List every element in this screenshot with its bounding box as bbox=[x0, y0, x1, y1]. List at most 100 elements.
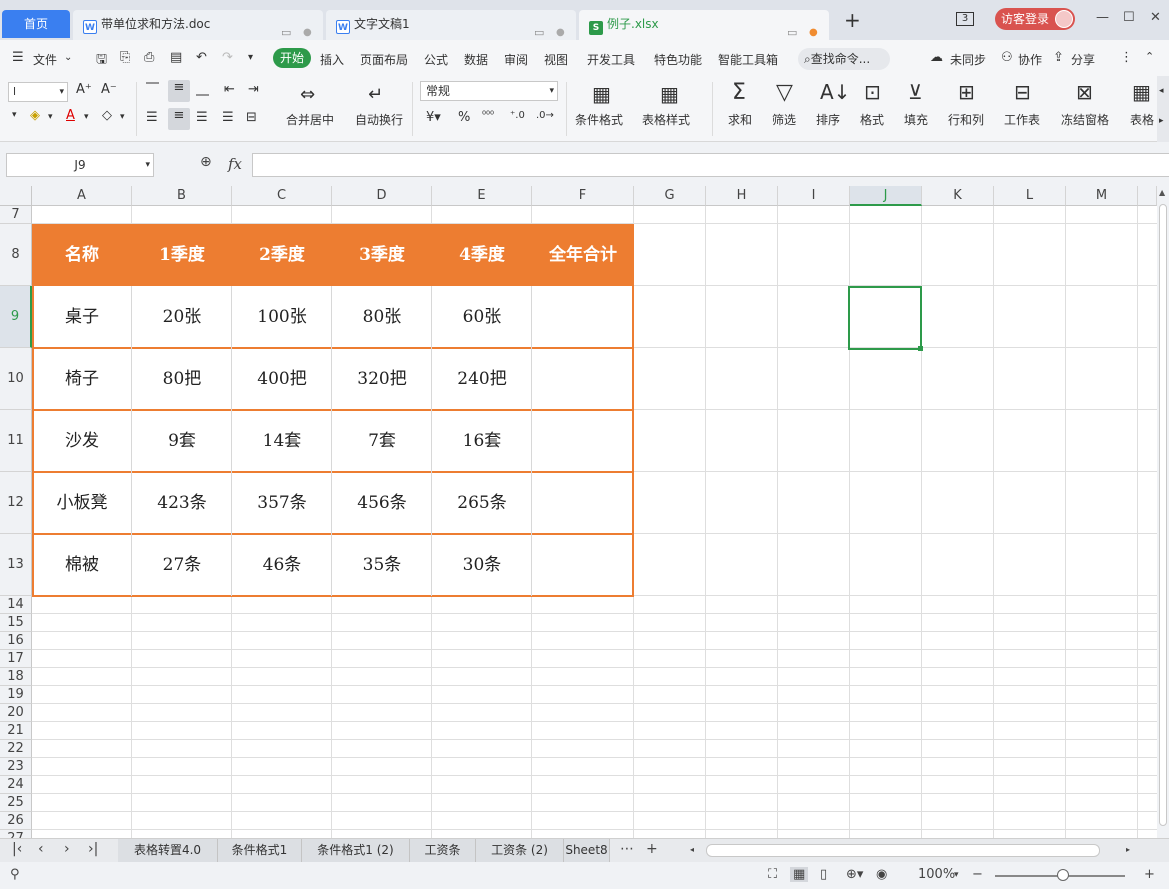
select-all-corner[interactable] bbox=[0, 186, 32, 206]
sum-button[interactable]: 求和 bbox=[728, 111, 752, 128]
column-header-g[interactable]: G bbox=[634, 186, 706, 206]
table-cell[interactable]: 棉被 bbox=[32, 534, 132, 596]
table-header-cell[interactable]: 2季度 bbox=[232, 224, 332, 286]
preview-icon[interactable]: ▤ bbox=[170, 50, 182, 65]
collab-icon[interactable]: ⚇ bbox=[1001, 50, 1013, 65]
table-cell[interactable]: 60张 bbox=[432, 286, 532, 348]
align-middle-icon[interactable]: ≡ bbox=[168, 80, 190, 102]
formula-input[interactable] bbox=[252, 153, 1169, 177]
normal-view-icon[interactable]: ▦ bbox=[790, 867, 808, 882]
hscroll-right-icon[interactable]: ▸ bbox=[1126, 845, 1130, 854]
merge-center-icon[interactable]: ⇔ bbox=[300, 84, 315, 105]
align-center-icon[interactable]: ≡ bbox=[168, 108, 190, 130]
percent-icon[interactable]: % bbox=[458, 110, 470, 125]
fullscreen-icon[interactable]: ⛶ bbox=[768, 867, 777, 882]
row-header-17[interactable]: 17 bbox=[0, 650, 32, 668]
menu-smart-toolbox[interactable]: 智能工具箱 bbox=[718, 51, 778, 68]
more-icon[interactable]: ⋮ bbox=[1120, 50, 1133, 65]
menu-formula[interactable]: 公式 bbox=[424, 51, 448, 68]
sort-icon[interactable]: A↓ bbox=[820, 80, 850, 104]
table-cell[interactable]: 7套 bbox=[332, 410, 432, 472]
row-column-icon[interactable]: ⊞ bbox=[958, 80, 975, 104]
more-sheets-icon[interactable]: ⋯ bbox=[620, 841, 634, 857]
sheet-tab-3[interactable]: 条件格式1 (2) bbox=[302, 839, 410, 862]
print-icon[interactable]: ⎙ bbox=[144, 50, 154, 65]
eraser-icon[interactable]: ◇ bbox=[102, 108, 112, 123]
new-tab-button[interactable]: + bbox=[844, 8, 861, 32]
visitor-login-button[interactable]: 访客登录 bbox=[995, 8, 1075, 30]
column-header-h[interactable]: H bbox=[706, 186, 778, 206]
maximize-icon[interactable]: ☐ bbox=[1123, 10, 1135, 25]
collab-button[interactable]: 协作 bbox=[1018, 51, 1042, 68]
share-icon[interactable]: ⇪ bbox=[1053, 50, 1064, 65]
tab-doc-2[interactable]: W文字文稿1 ▭ ● bbox=[326, 10, 576, 40]
sheet-tab-2[interactable]: 条件格式1 bbox=[218, 839, 302, 862]
chevron-down-icon[interactable]: ▾ bbox=[120, 112, 125, 122]
table-cell[interactable]: 265条 bbox=[432, 472, 532, 534]
table-cell[interactable]: 400把 bbox=[232, 348, 332, 410]
column-header-a[interactable]: A bbox=[32, 186, 132, 206]
zoom-slider-knob[interactable] bbox=[1057, 869, 1069, 881]
zoom-lookup-icon[interactable]: ⊕ bbox=[200, 154, 212, 170]
name-box[interactable]: J9▾ bbox=[6, 153, 154, 177]
chevron-down-icon[interactable]: ⌄ bbox=[64, 52, 72, 63]
page-break-view-icon[interactable]: ⊕▾ bbox=[846, 867, 863, 882]
align-left-icon[interactable]: ☰ bbox=[146, 110, 158, 125]
customize-icon[interactable]: ▾ bbox=[248, 52, 253, 63]
hscroll-left-icon[interactable]: ◂ bbox=[690, 845, 694, 854]
sheet-tab-4[interactable]: 工资条 bbox=[410, 839, 476, 862]
table-cell[interactable]: 100张 bbox=[232, 286, 332, 348]
column-header-d[interactable]: D bbox=[332, 186, 432, 206]
table-cell[interactable] bbox=[532, 534, 634, 596]
zoom-out-icon[interactable]: − bbox=[972, 867, 983, 882]
next-sheet-icon[interactable]: › bbox=[64, 841, 70, 857]
vertical-scrollbar[interactable]: ▲ bbox=[1157, 186, 1169, 838]
column-header-c[interactable]: C bbox=[232, 186, 332, 206]
table-tool-icon[interactable]: ▦ bbox=[1132, 80, 1151, 104]
export-icon[interactable]: ⎘ bbox=[120, 50, 130, 65]
row-header-23[interactable]: 23 bbox=[0, 758, 32, 776]
row-column-button[interactable]: 行和列 bbox=[948, 111, 984, 128]
fx-icon[interactable]: fx bbox=[228, 155, 242, 173]
row-header-19[interactable]: 19 bbox=[0, 686, 32, 704]
chevron-down-icon[interactable]: ▾ bbox=[84, 112, 89, 122]
row-header-15[interactable]: 15 bbox=[0, 614, 32, 632]
file-menu[interactable]: 文件 bbox=[33, 51, 57, 68]
table-cell[interactable]: 30条 bbox=[432, 534, 532, 596]
table-cell[interactable]: 320把 bbox=[332, 348, 432, 410]
vertical-scroll-thumb[interactable] bbox=[1159, 204, 1167, 826]
redo-icon[interactable]: ↷ bbox=[222, 50, 233, 65]
chevron-down-icon[interactable]: ▾ bbox=[48, 112, 53, 122]
row-header-26[interactable]: 26 bbox=[0, 812, 32, 830]
table-style-icon[interactable]: ▦ bbox=[660, 82, 679, 106]
column-header-m[interactable]: M bbox=[1066, 186, 1138, 206]
indent-decrease-icon[interactable]: ⇤ bbox=[224, 82, 235, 97]
column-header-j[interactable]: J bbox=[850, 186, 922, 206]
minimize-icon[interactable]: — bbox=[1096, 10, 1109, 25]
table-header-cell[interactable]: 名称 bbox=[32, 224, 132, 286]
table-cell[interactable]: 423条 bbox=[132, 472, 232, 534]
menu-insert[interactable]: 插入 bbox=[320, 51, 344, 68]
horizontal-scroll-thumb[interactable] bbox=[706, 844, 1100, 857]
table-header-cell[interactable]: 全年合计 bbox=[532, 224, 634, 286]
table-cell[interactable] bbox=[532, 348, 634, 410]
row-header-22[interactable]: 22 bbox=[0, 740, 32, 758]
column-header-i[interactable]: I bbox=[778, 186, 850, 206]
row-header-7[interactable]: 7 bbox=[0, 206, 32, 224]
increase-decimal-icon[interactable]: ⁺.0 bbox=[510, 110, 525, 121]
table-cell[interactable]: 27条 bbox=[132, 534, 232, 596]
fill-color-icon[interactable]: ◈ bbox=[30, 108, 40, 123]
number-format-select[interactable]: 常规▾ bbox=[420, 81, 558, 101]
menu-review[interactable]: 审阅 bbox=[504, 51, 528, 68]
table-cell[interactable]: 沙发 bbox=[32, 410, 132, 472]
save-icon[interactable]: 🖫 bbox=[96, 50, 107, 72]
row-header-25[interactable]: 25 bbox=[0, 794, 32, 812]
close-icon[interactable]: ✕ bbox=[1150, 10, 1161, 25]
zoom-in-icon[interactable]: + bbox=[1144, 867, 1155, 882]
currency-icon[interactable]: ¥▾ bbox=[426, 110, 441, 125]
row-header-11[interactable]: 11 bbox=[0, 410, 32, 472]
command-search[interactable]: ⌕查找命令... bbox=[798, 48, 890, 70]
row-header-27[interactable]: 27 bbox=[0, 830, 32, 838]
filter-icon[interactable]: ▽ bbox=[776, 80, 793, 105]
conditional-format-button[interactable]: 条件格式 bbox=[575, 111, 623, 128]
